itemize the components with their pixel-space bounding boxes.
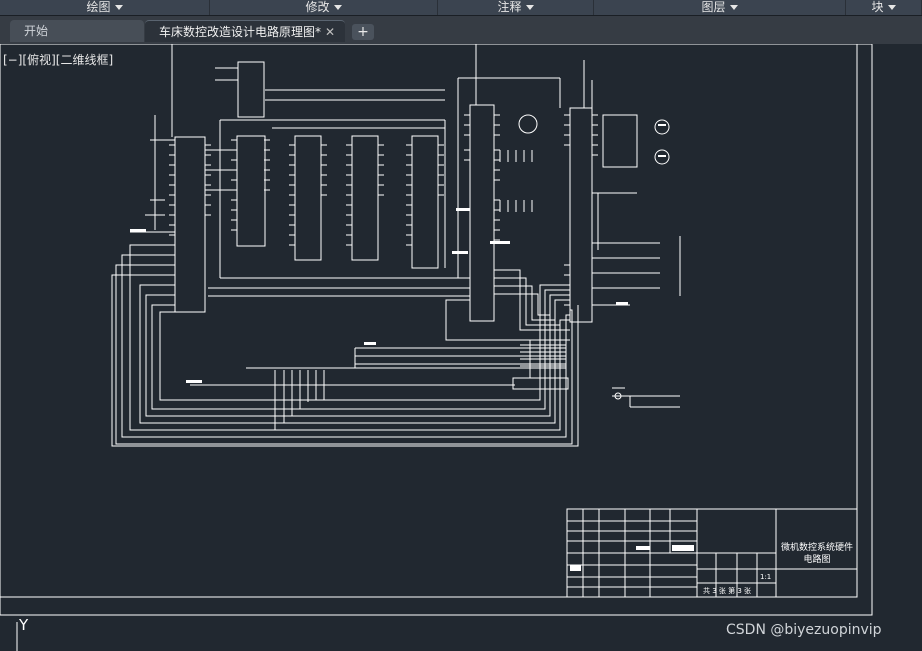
menu-draw-label: 绘图 xyxy=(86,0,111,14)
chevron-down-icon xyxy=(729,5,738,10)
tab-drawing-label: 车床数控改造设计电路原理图* xyxy=(159,25,322,39)
cpu-chip xyxy=(174,136,206,313)
tab-start[interactable]: 开始 xyxy=(10,20,144,42)
watermark: CSDN @biyezuopinvip xyxy=(726,622,882,638)
latch-chip xyxy=(237,61,265,118)
menu-modify[interactable]: 修改 xyxy=(210,0,438,15)
chevron-down-icon xyxy=(525,5,534,10)
tab-start-label: 开始 xyxy=(24,24,49,38)
viewport-controls[interactable]: [−][俯视][二维线框] xyxy=(3,51,113,68)
menu-annotate-label: 注释 xyxy=(497,0,522,14)
menu-layers-label: 图层 xyxy=(701,0,726,14)
new-tab-button[interactable]: + xyxy=(352,24,374,40)
chevron-down-icon xyxy=(887,5,896,10)
scale-value: 1:1 xyxy=(760,573,772,581)
menu-block[interactable]: 块 xyxy=(846,0,922,15)
menu-annotate[interactable]: 注释 xyxy=(438,0,594,15)
menu-modify-label: 修改 xyxy=(305,0,330,14)
close-icon[interactable]: ✕ xyxy=(325,21,335,43)
chevron-down-icon xyxy=(333,5,342,10)
document-tabs: 开始 车床数控改造设计电路原理图* ✕ + xyxy=(0,16,922,44)
menu-bar: 绘图 修改 注释 图层 块 xyxy=(0,0,922,16)
tab-drawing[interactable]: 车床数控改造设计电路原理图* ✕ xyxy=(145,20,345,42)
menu-block-label: 块 xyxy=(871,0,884,14)
menu-layers[interactable]: 图层 xyxy=(594,0,846,15)
menu-draw[interactable]: 绘图 xyxy=(0,0,210,15)
ucs-y-label: Y xyxy=(19,616,29,634)
drawing-title: 微机数控系统硬件电路图 xyxy=(780,543,853,565)
sheet-info: 共 3 张 第 3 张 xyxy=(703,587,752,595)
chevron-down-icon xyxy=(114,5,123,10)
outer-frame xyxy=(0,44,873,616)
